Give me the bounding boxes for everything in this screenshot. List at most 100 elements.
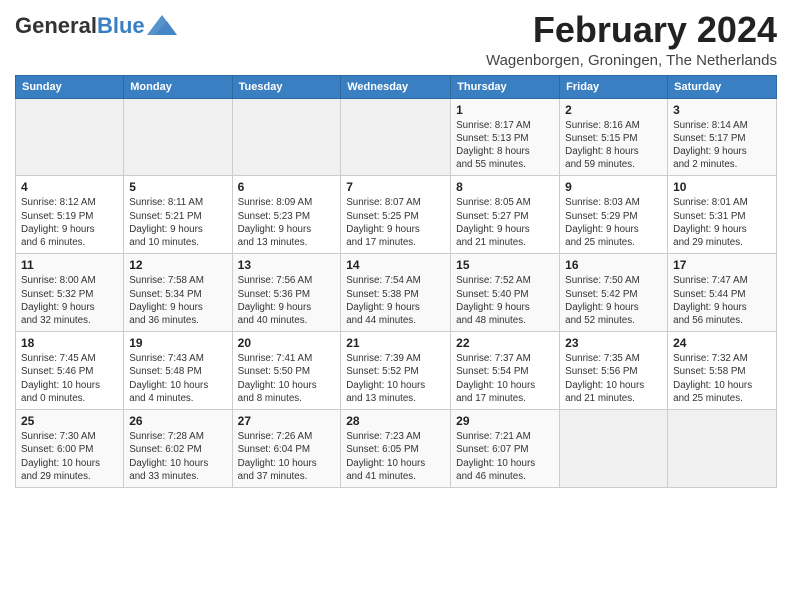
logo-general: General [15,13,97,38]
day-cell: 9 Sunrise: 8:03 AMSunset: 5:29 PMDaylight… [560,176,668,254]
day-cell: 2 Sunrise: 8:16 AMSunset: 5:15 PMDaylight… [560,98,668,176]
col-saturday: Saturday [668,75,777,98]
day-number: 18 [21,336,118,350]
page-container: GeneralBlue February 2024 Wagenborgen, G… [0,0,792,498]
day-cell: 12 Sunrise: 7:58 AMSunset: 5:34 PMDayligh… [124,254,232,332]
logo-text: GeneralBlue [15,14,145,38]
day-info: Sunrise: 7:35 AMSunset: 5:56 PMDaylight:… [565,352,662,405]
col-friday: Friday [560,75,668,98]
col-wednesday: Wednesday [341,75,451,98]
day-info: Sunrise: 7:52 AMSunset: 5:40 PMDaylight:… [456,274,554,327]
day-number: 25 [21,414,118,428]
day-info: Sunrise: 7:28 AMSunset: 6:02 PMDaylight:… [129,430,226,483]
day-cell: 26 Sunrise: 7:28 AMSunset: 6:02 PMDayligh… [124,410,232,488]
day-number: 3 [673,103,771,117]
day-cell: 17 Sunrise: 7:47 AMSunset: 5:44 PMDayligh… [668,254,777,332]
day-number: 21 [346,336,445,350]
day-cell [124,98,232,176]
day-cell: 29Sunrise: 7:21 AMSunset: 6:07 PMDayligh… [451,410,560,488]
day-info: Sunrise: 7:37 AMSunset: 5:54 PMDaylight:… [456,352,554,405]
day-info: Sunrise: 8:09 AMSunset: 5:23 PMDaylight:… [238,196,336,249]
day-cell [341,98,451,176]
day-cell: 4 Sunrise: 8:12 AMSunset: 5:19 PMDaylight… [16,176,124,254]
day-number: 22 [456,336,554,350]
day-number: 14 [346,258,445,272]
day-info: Sunrise: 7:23 AMSunset: 6:05 PMDaylight:… [346,430,445,483]
calendar-header-row: Sunday Monday Tuesday Wednesday Thursday… [16,75,777,98]
header: GeneralBlue February 2024 Wagenborgen, G… [15,10,777,69]
location-title: Wagenborgen, Groningen, The Netherlands [486,52,777,69]
day-info: Sunrise: 8:05 AMSunset: 5:27 PMDaylight:… [456,196,554,249]
day-cell [16,98,124,176]
day-info: Sunrise: 7:47 AMSunset: 5:44 PMDaylight:… [673,274,771,327]
logo-blue: Blue [97,13,145,38]
day-info: Sunrise: 8:01 AMSunset: 5:31 PMDaylight:… [673,196,771,249]
day-info: Sunrise: 7:45 AMSunset: 5:46 PMDaylight:… [21,352,118,405]
week-row-3: 11 Sunrise: 8:00 AMSunset: 5:32 PMDayligh… [16,254,777,332]
day-cell: 1Sunrise: 8:17 AMSunset: 5:13 PMDaylight… [451,98,560,176]
day-number: 17 [673,258,771,272]
day-cell: 11 Sunrise: 8:00 AMSunset: 5:32 PMDayligh… [16,254,124,332]
col-sunday: Sunday [16,75,124,98]
col-thursday: Thursday [451,75,560,98]
day-info: Sunrise: 8:11 AMSunset: 5:21 PMDaylight:… [129,196,226,249]
day-info: Sunrise: 7:41 AMSunset: 5:50 PMDaylight:… [238,352,336,405]
day-number: 26 [129,414,226,428]
day-cell: 24 Sunrise: 7:32 AMSunset: 5:58 PMDayligh… [668,332,777,410]
day-info: Sunrise: 8:12 AMSunset: 5:19 PMDaylight:… [21,196,118,249]
day-number: 6 [238,180,336,194]
day-info: Sunrise: 7:43 AMSunset: 5:48 PMDaylight:… [129,352,226,405]
day-number: 23 [565,336,662,350]
day-cell [668,410,777,488]
calendar-body: 1Sunrise: 8:17 AMSunset: 5:13 PMDaylight… [16,98,777,487]
day-number: 16 [565,258,662,272]
day-cell: 5 Sunrise: 8:11 AMSunset: 5:21 PMDaylight… [124,176,232,254]
month-title: February 2024 [486,10,777,50]
day-info: Sunrise: 7:39 AMSunset: 5:52 PMDaylight:… [346,352,445,405]
day-info: Sunrise: 7:58 AMSunset: 5:34 PMDaylight:… [129,274,226,327]
day-cell: 16Sunrise: 7:50 AMSunset: 5:42 PMDayligh… [560,254,668,332]
day-info: Sunrise: 8:07 AMSunset: 5:25 PMDaylight:… [346,196,445,249]
day-info: Sunrise: 8:16 AMSunset: 5:15 PMDaylight:… [565,119,662,172]
day-cell: 10 Sunrise: 8:01 AMSunset: 5:31 PMDayligh… [668,176,777,254]
day-cell: 28Sunrise: 7:23 AMSunset: 6:05 PMDayligh… [341,410,451,488]
week-row-1: 1Sunrise: 8:17 AMSunset: 5:13 PMDaylight… [16,98,777,176]
day-info: Sunrise: 7:32 AMSunset: 5:58 PMDaylight:… [673,352,771,405]
day-number: 10 [673,180,771,194]
day-info: Sunrise: 7:26 AMSunset: 6:04 PMDaylight:… [238,430,336,483]
day-cell: 22 Sunrise: 7:37 AMSunset: 5:54 PMDayligh… [451,332,560,410]
day-cell: 18 Sunrise: 7:45 AMSunset: 5:46 PMDayligh… [16,332,124,410]
day-number: 29 [456,414,554,428]
day-number: 1 [456,103,554,117]
day-cell [232,98,341,176]
day-number: 9 [565,180,662,194]
day-number: 12 [129,258,226,272]
day-number: 19 [129,336,226,350]
day-number: 27 [238,414,336,428]
day-number: 13 [238,258,336,272]
day-info: Sunrise: 7:56 AMSunset: 5:36 PMDaylight:… [238,274,336,327]
col-monday: Monday [124,75,232,98]
day-info: Sunrise: 8:14 AMSunset: 5:17 PMDaylight:… [673,119,771,172]
week-row-4: 18 Sunrise: 7:45 AMSunset: 5:46 PMDayligh… [16,332,777,410]
day-number: 15 [456,258,554,272]
title-block: February 2024 Wagenborgen, Groningen, Th… [486,10,777,69]
day-number: 8 [456,180,554,194]
day-cell: 25Sunrise: 7:30 AMSunset: 6:00 PMDayligh… [16,410,124,488]
day-cell: 20Sunrise: 7:41 AMSunset: 5:50 PMDayligh… [232,332,341,410]
day-cell: 8 Sunrise: 8:05 AMSunset: 5:27 PMDaylight… [451,176,560,254]
col-tuesday: Tuesday [232,75,341,98]
day-cell: 7 Sunrise: 8:07 AMSunset: 5:25 PMDaylight… [341,176,451,254]
day-number: 5 [129,180,226,194]
day-cell: 6 Sunrise: 8:09 AMSunset: 5:23 PMDaylight… [232,176,341,254]
day-number: 24 [673,336,771,350]
day-cell: 13 Sunrise: 7:56 AMSunset: 5:36 PMDayligh… [232,254,341,332]
day-info: Sunrise: 8:00 AMSunset: 5:32 PMDaylight:… [21,274,118,327]
day-info: Sunrise: 8:03 AMSunset: 5:29 PMDaylight:… [565,196,662,249]
day-cell: 3 Sunrise: 8:14 AMSunset: 5:17 PMDaylight… [668,98,777,176]
day-number: 11 [21,258,118,272]
day-number: 2 [565,103,662,117]
day-number: 4 [21,180,118,194]
day-cell: 14Sunrise: 7:54 AMSunset: 5:38 PMDayligh… [341,254,451,332]
day-number: 7 [346,180,445,194]
